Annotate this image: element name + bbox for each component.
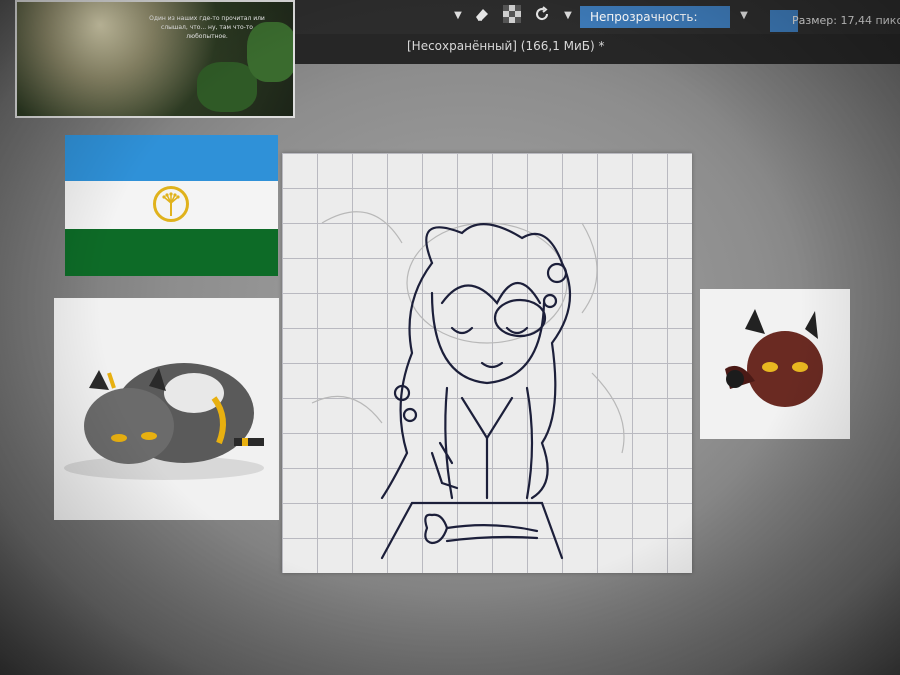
chevron-down-icon[interactable]: ▼ [447, 5, 469, 27]
flag-blue-stripe [65, 135, 278, 181]
drawing-canvas[interactable] [282, 153, 692, 573]
chevron-down-icon[interactable]: ▼ [557, 5, 579, 27]
flag-reference-image[interactable] [65, 135, 278, 276]
foliage-patch [197, 62, 257, 112]
cat-plush-reference-image[interactable] [54, 298, 279, 520]
chevron-down-icon[interactable]: ▼ [733, 5, 755, 27]
eraser-icon[interactable] [471, 5, 493, 27]
cat-sticker-reference-image[interactable] [700, 289, 850, 439]
flag-green-stripe [65, 229, 278, 276]
kurai-flower-emblem [153, 186, 189, 222]
brush-size-slider[interactable]: Размер: 17,44 пикс. [770, 10, 900, 32]
document-title: [Несохранённый] (166,1 МиБ) * [407, 39, 605, 53]
video-subtitle: Один из наших где-то прочитал или слышал… [149, 15, 265, 40]
opacity-slider[interactable]: Непрозрачность: 100% [580, 6, 730, 46]
refresh-icon[interactable] [531, 5, 553, 27]
document-title-bar: [Несохранённый] (166,1 МиБ) * [295, 34, 900, 64]
brush-toolbar: ▼ ▼ Непрозрачность: 100% ▼ Размер: 17,44… [295, 0, 900, 46]
reference-video-thumbnail[interactable]: Один из наших где-то прочитал или слышал… [15, 0, 295, 118]
flag-white-stripe [65, 181, 278, 229]
checker-pattern-icon[interactable] [501, 5, 523, 27]
